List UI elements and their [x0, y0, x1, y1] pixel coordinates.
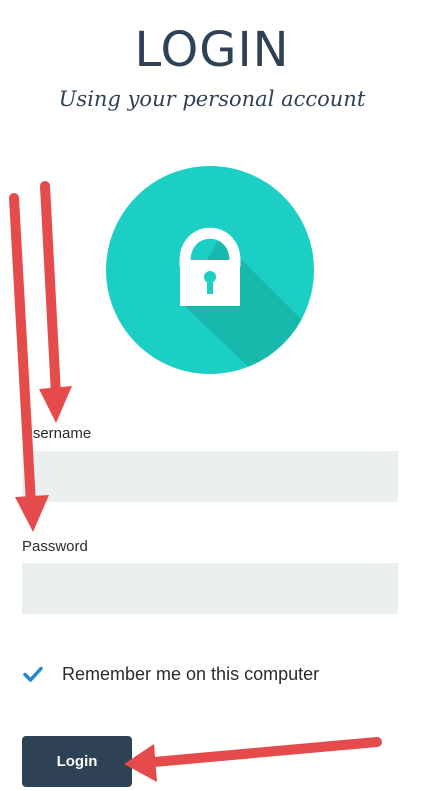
username-label: Username [22, 425, 92, 442]
login-button[interactable]: Login [22, 736, 132, 787]
page-subtitle: Using your personal account [58, 87, 366, 111]
annotation-arrow-to-username [40, 181, 61, 400]
remember-label: Remember me on this computer [62, 664, 320, 684]
remember-checkbox[interactable] [22, 663, 44, 685]
annotation-arrowhead-username [39, 386, 72, 423]
annotation-arrow-to-login [149, 737, 382, 767]
check-icon [23, 666, 43, 682]
remember-me-option[interactable]: Remember me on this computer [22, 660, 319, 688]
page-title: LOGIN [134, 22, 290, 78]
lock-icon [106, 166, 314, 374]
login-page: LOGIN Using your personal account Userna… [0, 0, 424, 791]
username-input[interactable] [22, 451, 398, 502]
password-label: Password [22, 538, 88, 555]
password-input[interactable] [22, 563, 398, 614]
